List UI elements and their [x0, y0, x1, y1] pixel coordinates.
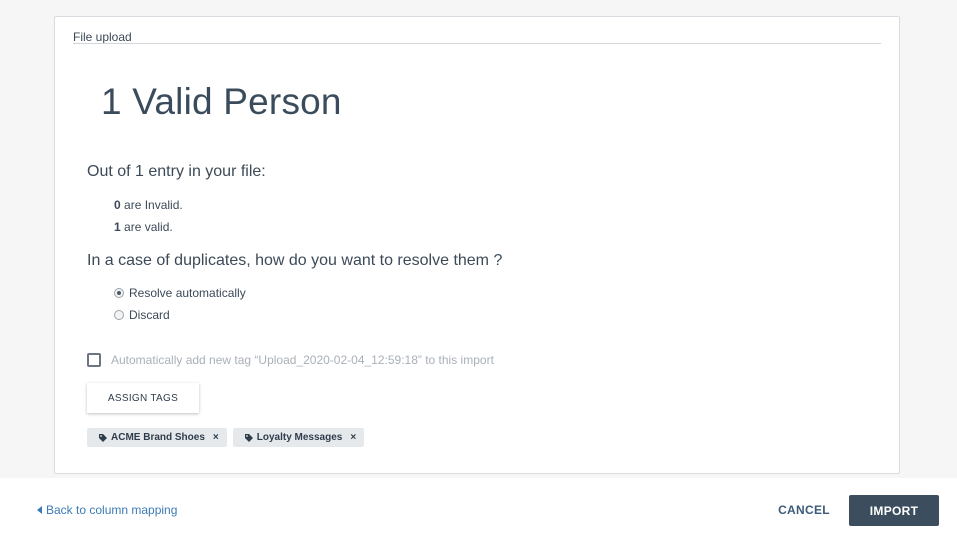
tag-icon [99, 433, 107, 442]
caret-left-icon [37, 506, 42, 514]
invalid-count: 0 [114, 198, 121, 212]
section-divider [73, 43, 881, 44]
tag-label: ACME Brand Shoes [111, 432, 205, 443]
radio-discard[interactable]: Discard [114, 308, 170, 322]
footer-bar: Back to column mapping CANCEL IMPORT [0, 478, 957, 542]
invalid-stat: 0 are Invalid. [114, 198, 183, 212]
radio-button-selected[interactable] [114, 288, 124, 298]
upload-card: File upload 1 Valid Person Out of 1 entr… [54, 16, 900, 474]
tag-chip: ACME Brand Shoes × [87, 428, 227, 447]
valid-stat: 1 are valid. [114, 220, 173, 234]
valid-text: are valid. [120, 220, 173, 234]
section-title: File upload [73, 30, 132, 44]
back-to-column-mapping-link[interactable]: Back to column mapping [37, 503, 177, 517]
assign-tags-button[interactable]: ASSIGN TAGS [87, 383, 199, 413]
duplicates-question: In a case of duplicates, how do you want… [87, 252, 503, 269]
radio-resolve-automatically[interactable]: Resolve automatically [114, 286, 246, 300]
tag-label: Loyalty Messages [256, 432, 343, 443]
entries-summary: Out of 1 entry in your file: [87, 163, 266, 180]
radio-label: Discard [129, 308, 170, 322]
back-link-label: Back to column mapping [46, 503, 178, 517]
radio-label: Resolve automatically [129, 286, 246, 300]
tag-chip: Loyalty Messages × [232, 428, 365, 447]
auto-tag-checkbox[interactable] [87, 353, 101, 367]
tag-icon [244, 433, 253, 442]
invalid-text: are Invalid. [120, 198, 183, 212]
valid-count: 1 [114, 220, 121, 234]
close-icon[interactable]: × [213, 432, 219, 443]
auto-tag-label: Automatically add new tag “Upload_2020-0… [111, 353, 494, 367]
valid-count-headline: 1 Valid Person [101, 81, 342, 122]
tag-list: ACME Brand Shoes × Loyalty Messages × [87, 428, 365, 447]
auto-tag-checkbox-row[interactable]: Automatically add new tag “Upload_2020-0… [87, 353, 494, 367]
close-icon[interactable]: × [350, 432, 356, 443]
import-button[interactable]: IMPORT [849, 495, 939, 526]
cancel-button[interactable]: CANCEL [764, 495, 844, 525]
radio-button[interactable] [114, 310, 124, 320]
